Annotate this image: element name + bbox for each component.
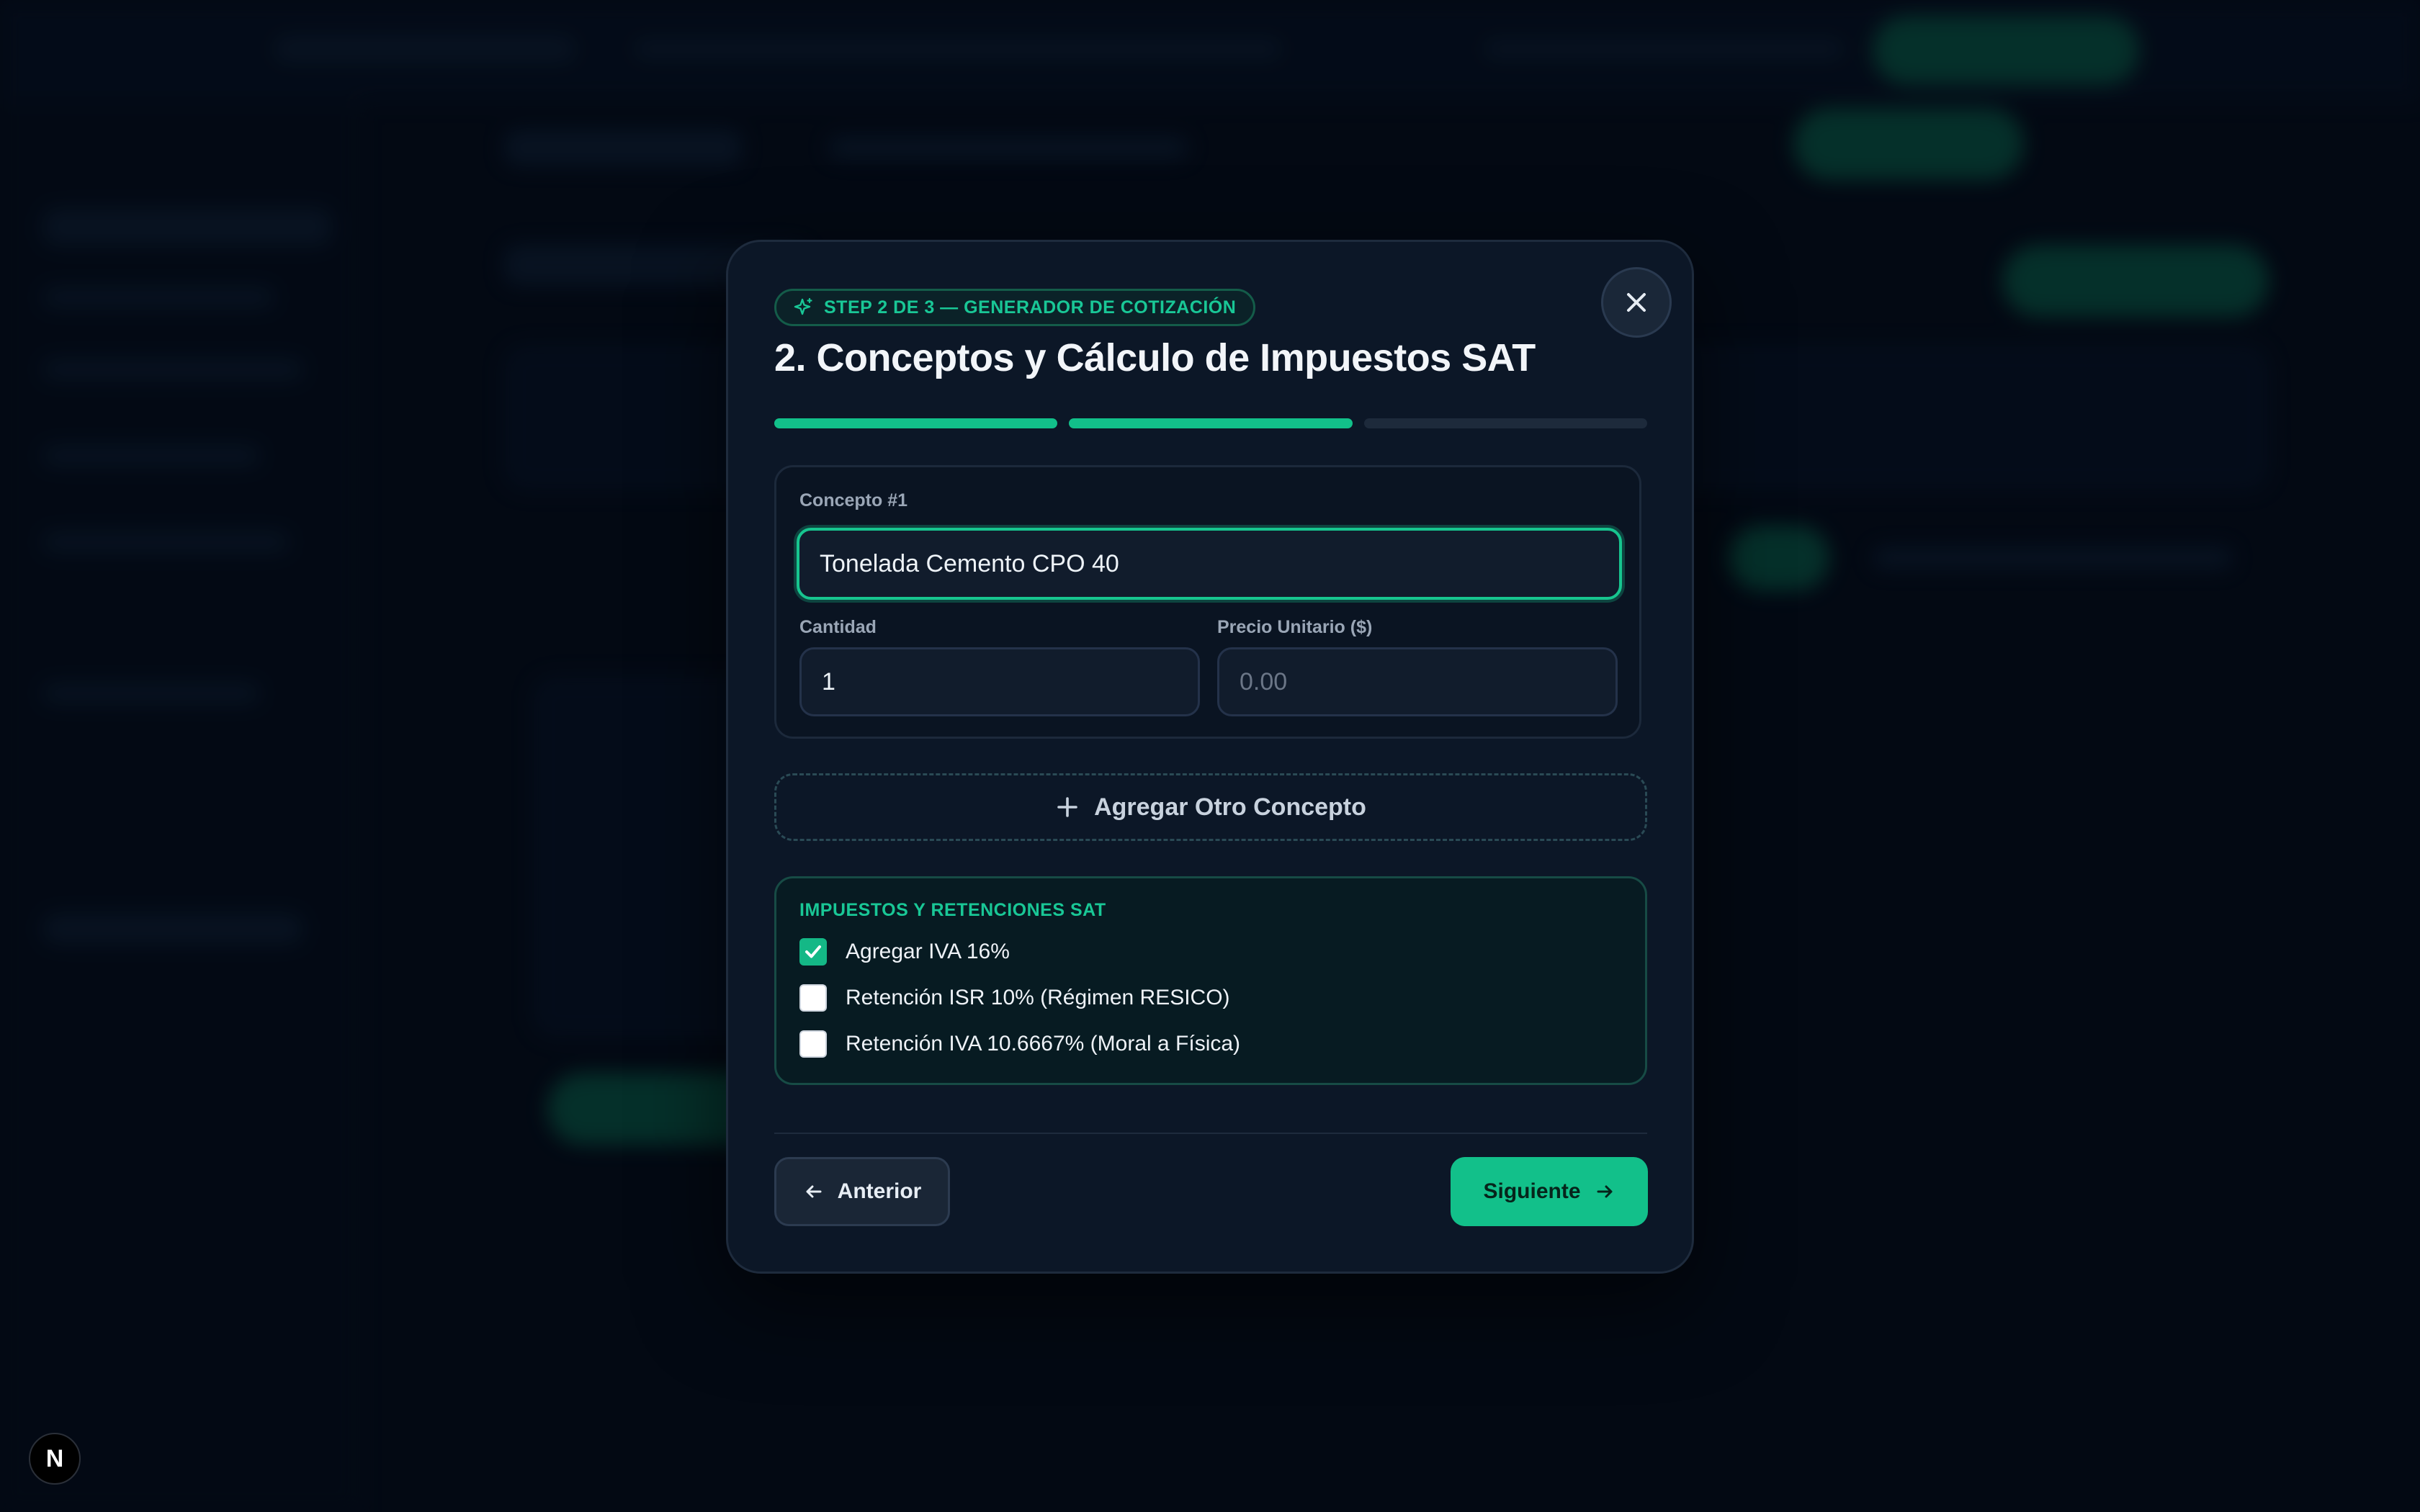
progress-segment-1 — [774, 418, 1058, 428]
previous-button-label: Anterior — [837, 1179, 922, 1203]
unit-price-label: Precio Unitario ($) — [1217, 617, 1373, 637]
plus-icon — [1057, 797, 1077, 817]
quote-generator-modal: STEP 2 DE 3 — GENERADOR DE COTIZACIÓN 2.… — [726, 240, 1694, 1274]
checkbox[interactable] — [799, 938, 827, 966]
concept-description-input[interactable]: Tonelada Cemento CPO 40 — [797, 528, 1622, 600]
step-progress — [774, 418, 1647, 428]
tax-options-card: IMPUESTOS Y RETENCIONES SAT Agregar IVA … — [774, 876, 1647, 1085]
checkbox[interactable] — [799, 1030, 827, 1058]
modal-title: 2. Conceptos y Cálculo de Impuestos SAT — [774, 336, 1536, 379]
quantity-value: 1 — [822, 667, 835, 696]
add-concept-label: Agregar Otro Concepto — [1094, 793, 1366, 821]
arrow-right-icon — [1597, 1185, 1612, 1198]
unit-price-input[interactable]: 0.00 — [1217, 647, 1618, 716]
close-button[interactable] — [1601, 267, 1672, 338]
step-badge-label: STEP 2 DE 3 — GENERADOR DE COTIZACIÓN — [824, 297, 1237, 318]
step-badge: STEP 2 DE 3 — GENERADOR DE COTIZACIÓN — [774, 289, 1256, 326]
dev-tools-badge[interactable]: N — [29, 1433, 81, 1485]
tax-options-title: IMPUESTOS Y RETENCIONES SAT — [799, 900, 1106, 920]
sparkles-icon — [794, 297, 812, 315]
progress-segment-2 — [1069, 418, 1353, 428]
concept-description-value: Tonelada Cemento CPO 40 — [820, 549, 1119, 577]
add-concept-button[interactable]: Agregar Otro Concepto — [774, 773, 1647, 841]
next-button-label: Siguiente — [1483, 1179, 1581, 1203]
tax-option-iva[interactable]: Agregar IVA 16% — [799, 937, 1010, 966]
unit-price-placeholder: 0.00 — [1240, 667, 1288, 696]
tax-option-label: Retención ISR 10% (Régimen RESICO) — [846, 986, 1230, 1009]
arrow-left-icon — [806, 1185, 822, 1198]
concept-card: Concepto #1 Tonelada Cemento CPO 40 Cant… — [774, 465, 1641, 739]
tax-option-isr-retention[interactable]: Retención ISR 10% (Régimen RESICO) — [799, 984, 1230, 1012]
footer-divider — [774, 1133, 1647, 1134]
progress-segment-3 — [1363, 418, 1647, 428]
concept-label: Concepto #1 — [799, 490, 908, 510]
tax-option-label: Retención IVA 10.6667% (Moral a Física) — [846, 1032, 1241, 1056]
checkbox[interactable] — [799, 984, 827, 1012]
quantity-input[interactable]: 1 — [799, 647, 1200, 716]
next-button[interactable]: Siguiente — [1451, 1157, 1648, 1226]
previous-button[interactable]: Anterior — [774, 1157, 950, 1226]
tax-option-iva-retention[interactable]: Retención IVA 10.6667% (Moral a Física) — [799, 1030, 1240, 1058]
check-icon — [805, 945, 821, 958]
tax-option-label: Agregar IVA 16% — [846, 940, 1010, 963]
dev-tools-badge-label: N — [45, 1444, 64, 1472]
quantity-label: Cantidad — [799, 617, 877, 637]
close-icon — [1627, 293, 1646, 312]
